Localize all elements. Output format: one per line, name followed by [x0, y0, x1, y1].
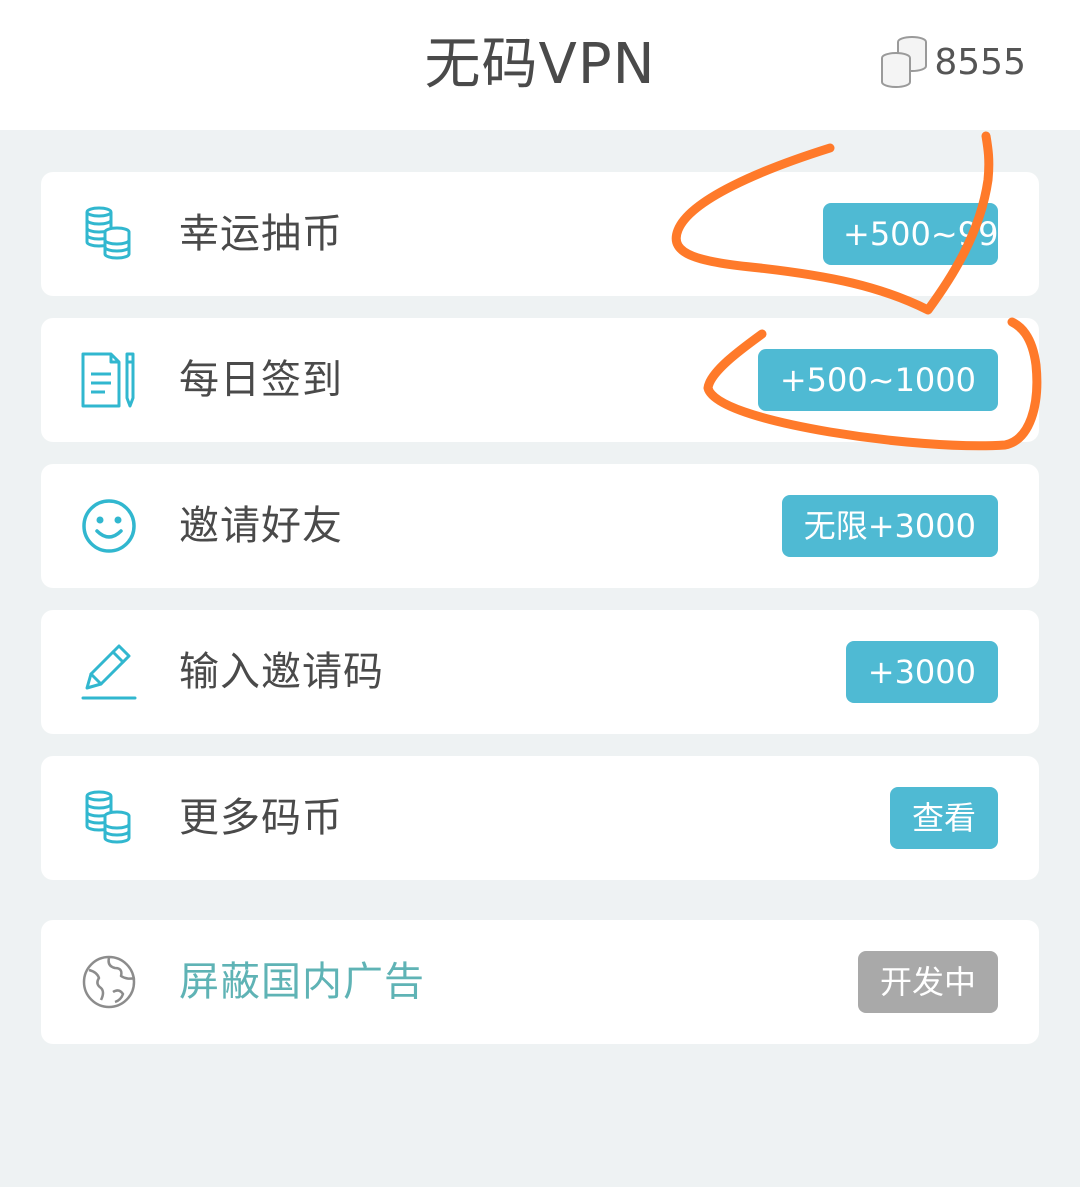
smiley-icon	[79, 496, 139, 556]
coins-icon	[79, 788, 139, 848]
reward-badge[interactable]: +500~1000	[757, 349, 998, 411]
more-coins-item[interactable]: 更多码币 查看	[41, 756, 1039, 880]
reward-badge[interactable]: +3000	[845, 641, 998, 703]
pencil-icon	[79, 642, 139, 702]
item-label: 每日签到	[179, 357, 343, 403]
item-label: 更多码币	[179, 795, 343, 841]
coin-count: 8555	[934, 41, 1026, 83]
checkin-note-icon	[79, 350, 139, 410]
daily-checkin-item[interactable]: 每日签到 +500~1000	[41, 318, 1039, 442]
item-label: 幸运抽币	[179, 211, 343, 257]
coin-balance[interactable]: 8555	[878, 34, 1026, 90]
in-development-badge: 开发中	[857, 951, 998, 1013]
enter-invite-code-item[interactable]: 输入邀请码 +3000	[41, 610, 1039, 734]
reward-badge[interactable]: 无限+3000	[781, 495, 998, 557]
item-label: 输入邀请码	[179, 649, 384, 695]
item-label: 屏蔽国内广告	[179, 959, 425, 1005]
globe-icon	[79, 952, 139, 1012]
view-button[interactable]: 查看	[889, 787, 998, 849]
lucky-draw-item[interactable]: 幸运抽币 +500~999	[41, 172, 1039, 296]
item-label: 邀请好友	[179, 503, 343, 549]
coins-icon	[79, 204, 139, 264]
app-header: 无码VPN 8555	[0, 0, 1080, 130]
block-ads-item[interactable]: 屏蔽国内广告 开发中	[41, 920, 1039, 1044]
coin-stack-icon	[878, 34, 934, 90]
invite-friends-item[interactable]: 邀请好友 无限+3000	[41, 464, 1039, 588]
reward-badge[interactable]: +500~999	[823, 203, 998, 265]
